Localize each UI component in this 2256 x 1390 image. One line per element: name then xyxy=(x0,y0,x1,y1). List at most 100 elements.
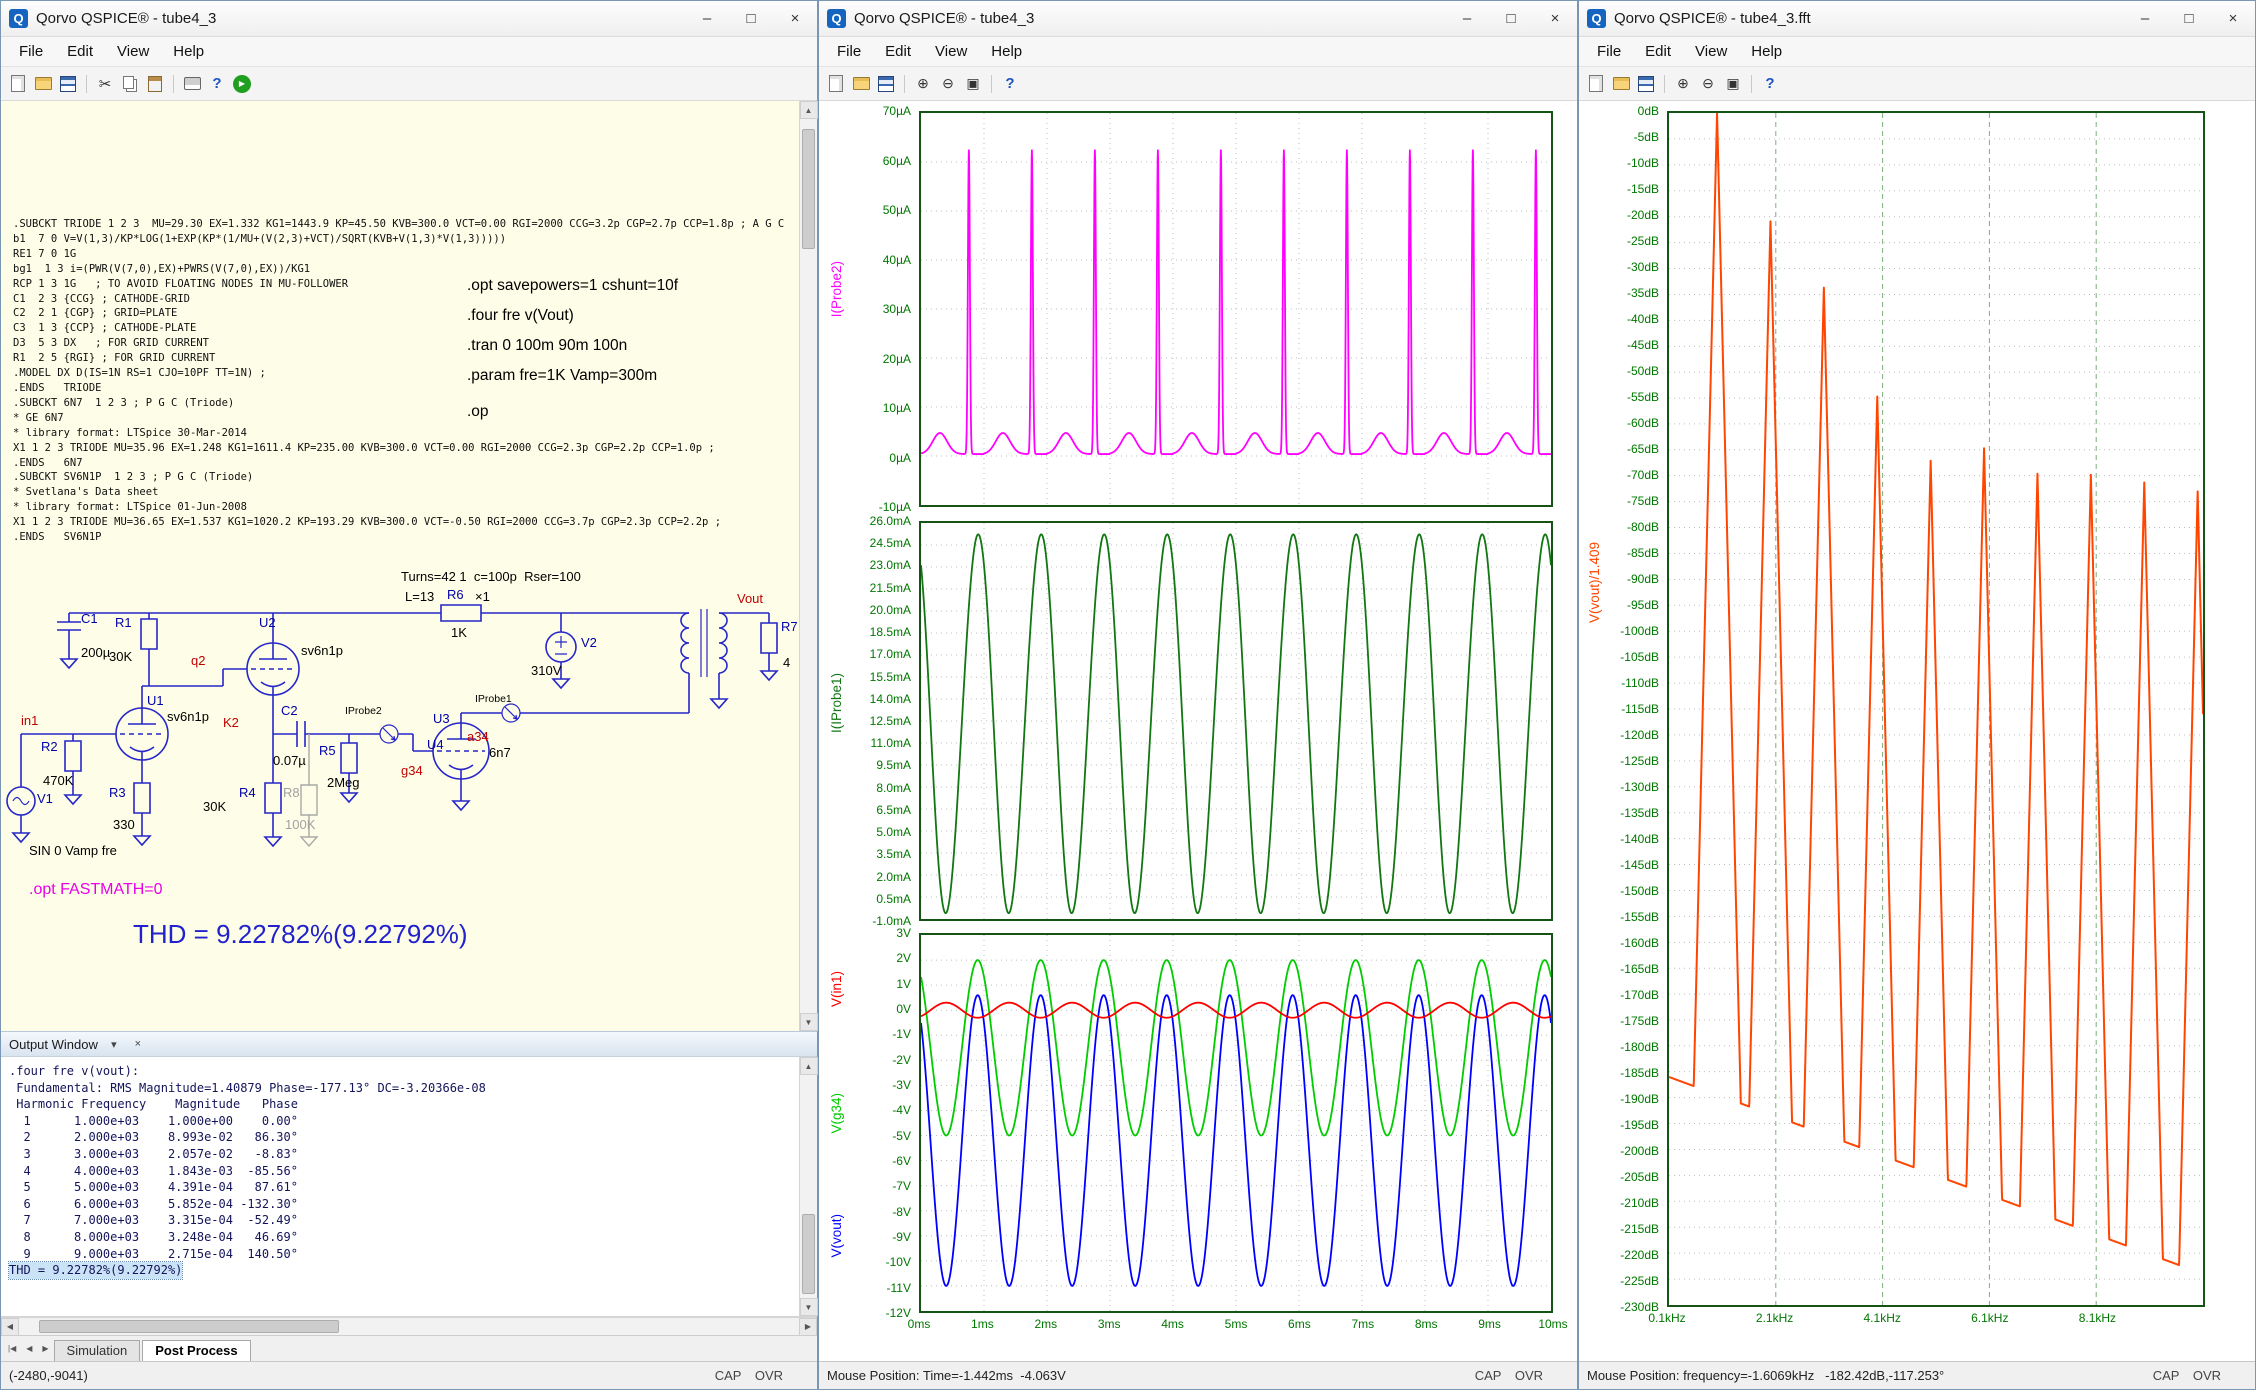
scroll-up-icon[interactable]: ▲ xyxy=(800,1057,818,1075)
close-panel-icon[interactable]: × xyxy=(130,1038,146,1050)
plot-pane-iprobe1[interactable] xyxy=(919,521,1553,921)
minimize-button[interactable]: – xyxy=(685,1,729,36)
maximize-button[interactable]: □ xyxy=(1489,1,1533,36)
zoom-out-icon[interactable]: ⊖ xyxy=(1697,73,1719,95)
zoom-fit-icon[interactable]: ▣ xyxy=(962,73,984,95)
schematic-label[interactable]: U4 xyxy=(427,737,444,752)
tab-post-process[interactable]: Post Process xyxy=(142,1340,250,1361)
save-icon[interactable] xyxy=(1635,73,1657,95)
zoom-in-icon[interactable]: ⊕ xyxy=(912,73,934,95)
close-button[interactable]: × xyxy=(773,1,817,36)
paste-icon[interactable] xyxy=(144,73,166,95)
schematic-label[interactable]: R5 xyxy=(319,743,336,758)
schematic-label[interactable]: R2 xyxy=(41,739,58,754)
schematic-label[interactable]: C1 xyxy=(81,611,98,626)
menu-edit[interactable]: Edit xyxy=(1633,40,1683,63)
new-file-icon[interactable] xyxy=(825,73,847,95)
minimize-button[interactable]: – xyxy=(1445,1,1489,36)
help-icon[interactable]: ? xyxy=(999,73,1021,95)
tab-nav-prev-icon[interactable]: ◀ xyxy=(21,1344,37,1353)
schematic-label[interactable]: R3 xyxy=(109,785,126,800)
print-icon[interactable] xyxy=(181,73,203,95)
schematic-label[interactable]: L=13 xyxy=(405,589,434,604)
output-vscrollbar[interactable]: ▲ ▼ xyxy=(799,1057,817,1316)
menu-help[interactable]: Help xyxy=(979,40,1034,63)
menu-help[interactable]: Help xyxy=(161,40,216,63)
copy-icon[interactable] xyxy=(119,73,141,95)
schematic-label[interactable]: IProbe1 xyxy=(475,693,512,705)
schematic-label[interactable]: g34 xyxy=(401,763,423,778)
scroll-left-icon[interactable]: ◀ xyxy=(1,1318,19,1336)
title-bar[interactable]: Q Qorvo QSPICE® - tube4_3 – □ × xyxy=(1,1,817,37)
open-folder-icon[interactable] xyxy=(1610,73,1632,95)
schematic-label[interactable]: R1 xyxy=(115,615,132,630)
schematic-label[interactable]: 330 xyxy=(113,817,135,832)
menu-edit[interactable]: Edit xyxy=(55,40,105,63)
tab-simulation[interactable]: Simulation xyxy=(54,1340,141,1361)
open-folder-icon[interactable] xyxy=(32,73,54,95)
run-icon[interactable]: ▶ xyxy=(233,75,251,93)
menu-file[interactable]: File xyxy=(7,40,55,63)
scroll-up-icon[interactable]: ▲ xyxy=(800,101,818,119)
schematic-label[interactable]: U1 xyxy=(147,693,164,708)
fft-plot-area[interactable]: V(vout)/1.409 0dB-5dB-10dB-15dB-20dB-25d… xyxy=(1579,101,2255,1361)
schematic-label[interactable]: K2 xyxy=(223,715,239,730)
output-window-header[interactable]: Output Window ▾ × xyxy=(1,1031,817,1057)
schematic-label[interactable]: a34 xyxy=(467,729,489,744)
menu-view[interactable]: View xyxy=(1683,40,1739,63)
schematic-label[interactable]: 0.07µ xyxy=(273,753,306,768)
schematic-label[interactable]: .opt FASTMATH=0 xyxy=(29,881,163,899)
schematic-label[interactable]: C2 xyxy=(281,703,298,718)
close-button[interactable]: × xyxy=(1533,1,1577,36)
schematic-label[interactable]: 6n7 xyxy=(489,745,511,760)
schematic-label[interactable]: U2 xyxy=(259,615,276,630)
plot-pane-iprobe2[interactable] xyxy=(919,111,1553,507)
scroll-down-icon[interactable]: ▼ xyxy=(800,1013,818,1031)
tab-nav-next-icon[interactable]: ▶ xyxy=(37,1344,53,1353)
schematic-vscrollbar[interactable]: ▲ ▼ xyxy=(799,101,817,1031)
schematic-label[interactable]: 2Meg xyxy=(327,775,360,790)
schematic-label[interactable]: SIN 0 Vamp fre xyxy=(29,843,117,858)
new-file-icon[interactable] xyxy=(7,73,29,95)
schematic-label[interactable]: Vout xyxy=(737,591,763,606)
schematic-label[interactable]: sv6n1p xyxy=(167,709,209,724)
schematic-label[interactable]: V1 xyxy=(37,791,53,806)
open-folder-icon[interactable] xyxy=(850,73,872,95)
schematic-label[interactable]: R4 xyxy=(239,785,256,800)
menu-help[interactable]: Help xyxy=(1739,40,1794,63)
schematic-label[interactable]: IProbe2 xyxy=(345,705,382,717)
schematic-label[interactable]: R7 xyxy=(781,619,798,634)
scroll-thumb[interactable] xyxy=(802,129,815,249)
scroll-down-icon[interactable]: ▼ xyxy=(800,1298,818,1316)
save-icon[interactable] xyxy=(57,73,79,95)
menu-view[interactable]: View xyxy=(105,40,161,63)
schematic-label[interactable]: 310V xyxy=(531,663,561,678)
output-text[interactable]: .four fre v(vout): Fundamental: RMS Magn… xyxy=(1,1057,799,1316)
waveform-plot-area[interactable]: I(Probe2) 70µA60µA50µA40µA30µA20µA10µA0µ… xyxy=(819,101,1577,1361)
maximize-button[interactable]: □ xyxy=(2167,1,2211,36)
schematic-label[interactable]: 200µ xyxy=(81,645,110,660)
schematic-label[interactable]: .op xyxy=(467,403,489,421)
schematic-label[interactable]: V2 xyxy=(581,635,597,650)
menu-file[interactable]: File xyxy=(1585,40,1633,63)
cut-icon[interactable]: ✂ xyxy=(94,73,116,95)
schematic-label[interactable]: .param fre=1K Vamp=300m xyxy=(467,367,657,385)
close-button[interactable]: × xyxy=(2211,1,2255,36)
schematic-label[interactable]: R6 xyxy=(447,587,464,602)
plot-pane-fft[interactable] xyxy=(1667,111,2205,1307)
help-icon[interactable]: ? xyxy=(1759,73,1781,95)
save-icon[interactable] xyxy=(875,73,897,95)
scroll-right-icon[interactable]: ▶ xyxy=(799,1318,817,1336)
scroll-thumb[interactable] xyxy=(39,1320,339,1333)
help-icon[interactable]: ? xyxy=(206,73,228,95)
menu-edit[interactable]: Edit xyxy=(873,40,923,63)
schematic-label[interactable]: in1 xyxy=(21,713,38,728)
schematic-label[interactable]: 1K xyxy=(451,625,467,640)
plot-pane-voltages[interactable] xyxy=(919,933,1553,1313)
hscrollbar[interactable]: ◀ ▶ xyxy=(1,1317,817,1335)
schematic-label[interactable]: U3 xyxy=(433,711,450,726)
menu-view[interactable]: View xyxy=(923,40,979,63)
maximize-button[interactable]: □ xyxy=(729,1,773,36)
schematic-label[interactable]: Turns=42 1 c=100p Rser=100 xyxy=(401,569,581,584)
schematic-label[interactable]: sv6n1p xyxy=(301,643,343,658)
